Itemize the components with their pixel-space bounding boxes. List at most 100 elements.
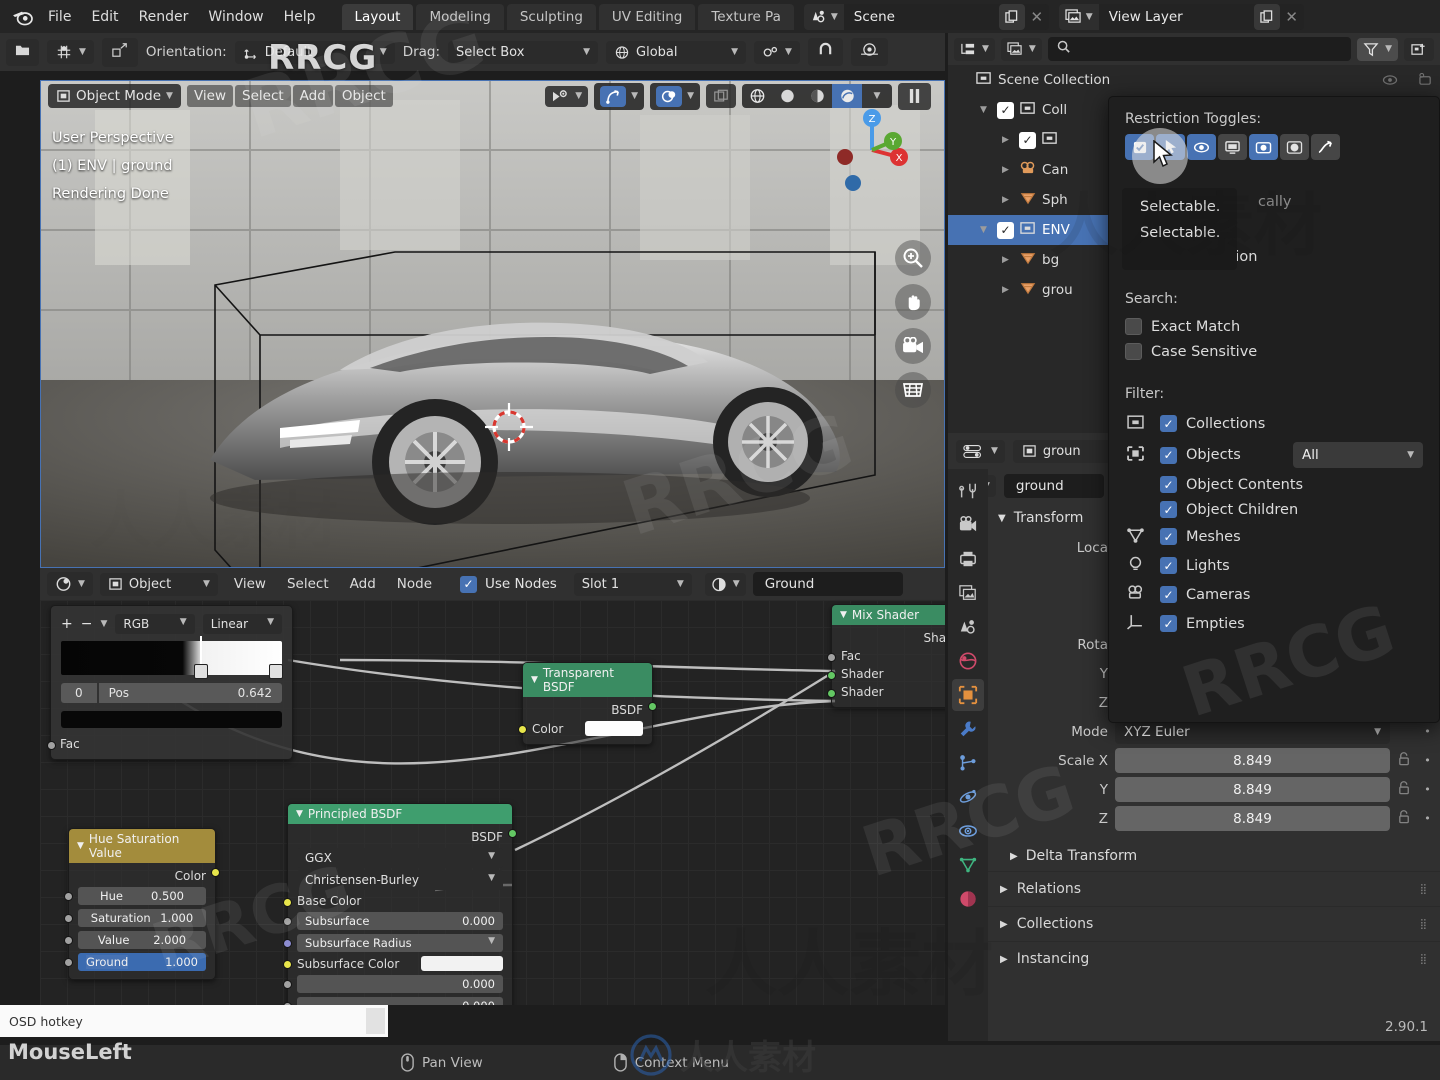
node-principled-bsdf[interactable]: ▼ Principled BSDF BSDF GGX ▼ Christensen-… (283, 803, 517, 1005)
transform-icon[interactable] (101, 37, 138, 67)
shader-menu-view[interactable]: View (225, 572, 275, 596)
socket-fac[interactable] (64, 958, 73, 967)
checkbox[interactable] (1125, 343, 1142, 360)
shading-editor-icon[interactable]: ▼ (47, 572, 93, 596)
material-preview-icon[interactable] (802, 84, 832, 108)
shader-menu-add[interactable]: Add (341, 572, 385, 596)
metallic-field[interactable]: 0.000 (297, 975, 503, 993)
wireframe-icon[interactable] (742, 84, 772, 108)
slot-dropdown[interactable]: Slot 1 ▼ (573, 572, 692, 596)
expand-toggle[interactable]: ▼ (980, 105, 992, 115)
checkbox[interactable] (1160, 586, 1177, 603)
socket-hue[interactable] (64, 892, 73, 901)
delta-transform-header[interactable]: ▶ Delta Transform (988, 841, 1440, 871)
snap-dropdown[interactable]: ▼ (754, 40, 800, 64)
material-name-field[interactable]: Ground (752, 572, 903, 596)
socket-shader-in-2[interactable] (827, 689, 836, 698)
colorramp-pos-field[interactable]: Pos 0.642 (98, 683, 282, 703)
outliner-row-scene-collection[interactable]: Scene Collection (948, 65, 1440, 95)
filter-option-object-children[interactable]: Object Children (1109, 497, 1439, 522)
tab-constraints[interactable] (952, 815, 984, 847)
node-canvas[interactable]: + − ▼ RGB ▼ Linear ▼ 0 Pos 0.642 Fac ▼ T… (40, 600, 945, 1005)
overlays-dropdown[interactable]: ▼ (650, 82, 700, 110)
hand-icon[interactable] (895, 284, 931, 320)
search-option-exact-match[interactable]: Exact Match (1109, 314, 1439, 339)
subsurface-radius-field[interactable]: Subsurface Radius ▼ (297, 934, 503, 952)
node-hue-saturation-value[interactable]: ▼ Hue Saturation Value Color Hue 0.500 S… (64, 828, 220, 980)
shading-mode-group[interactable]: ▼ (742, 84, 892, 108)
tab-object[interactable] (952, 679, 984, 711)
search-option-case-sensitive[interactable]: Case Sensitive (1109, 339, 1439, 364)
close-scene-icon[interactable]: ✕ (1025, 4, 1049, 30)
value-field[interactable]: Value 2.000 (78, 931, 206, 949)
checkbox[interactable] (1125, 318, 1142, 335)
node-mix-shader[interactable]: ▼ Mix Shader Shader Fac Shader (827, 604, 945, 708)
tab-output[interactable] (952, 543, 984, 575)
outliner-checkbox[interactable] (997, 101, 1014, 119)
close-view-layer-icon[interactable]: ✕ (1280, 4, 1304, 30)
filter-option-meshes[interactable]: Meshes (1109, 522, 1439, 551)
funnel-icon[interactable]: ▼ (1357, 37, 1398, 61)
lock-icon[interactable] (1397, 780, 1414, 800)
lock-icon[interactable] (1397, 751, 1414, 771)
cursor-tool-icon[interactable]: ▼ (47, 40, 94, 64)
overlays-toggle[interactable] (656, 85, 683, 107)
colorramp-remove-icon[interactable]: − (81, 616, 93, 632)
proportional-edit-icon[interactable] (850, 38, 888, 66)
filter-option-object-contents[interactable]: Object Contents (1109, 472, 1439, 497)
subsurface-field[interactable]: Subsurface 0.000 (297, 912, 503, 930)
indirect-only-icon[interactable] (1311, 134, 1340, 160)
animate-property-icon[interactable]: • (1421, 725, 1434, 738)
expand-toggle[interactable]: ▶ (1002, 195, 1014, 205)
checkbox[interactable] (1160, 528, 1177, 545)
scene-selector[interactable]: ▼ Scene ✕ (803, 3, 1049, 30)
socket-shader-in-1[interactable] (827, 671, 836, 680)
node-color-ramp[interactable]: + − ▼ RGB ▼ Linear ▼ 0 Pos 0.642 Fac (47, 605, 293, 760)
viewport-menu-view[interactable]: View (186, 85, 234, 107)
mode-dropdown[interactable]: Object Mode ▼ (48, 84, 181, 108)
filter-option-objects[interactable]: Objects All▼ (1109, 438, 1439, 472)
menu-edit[interactable]: Edit (81, 6, 128, 28)
expand-toggle[interactable]: ▶ (1002, 285, 1014, 295)
outliner-checkbox[interactable] (997, 221, 1014, 239)
grid-icon[interactable] (895, 372, 931, 408)
socket-subsurface-radius[interactable] (283, 939, 292, 948)
value-field[interactable]: 8.849 (1115, 748, 1390, 773)
node-transparent-bsdf[interactable]: ▼ Transparent BSDF BSDF Color (518, 662, 657, 745)
drag-handle[interactable]: ⣿ (1420, 919, 1428, 930)
visibility-dropdown[interactable]: ▼ (545, 85, 589, 107)
viewport-menu-object[interactable]: Object (334, 85, 393, 107)
view-layer-selector[interactable]: ▼ View Layer ✕ (1058, 3, 1304, 30)
animate-property-icon[interactable]: • (1421, 783, 1434, 796)
holdout-icon[interactable] (1280, 134, 1309, 160)
filter-option-empties[interactable]: Empties (1109, 609, 1439, 638)
search-options[interactable]: Exact Match Case Sensitive (1109, 314, 1439, 364)
properties-icon[interactable]: ▼ (956, 439, 1005, 463)
workspace-tab-layout[interactable]: Layout (341, 3, 414, 30)
material-icon[interactable]: ▼ (704, 572, 746, 596)
checkbox[interactable] (1160, 415, 1177, 432)
checkbox[interactable] (1160, 446, 1177, 464)
colorramp-color-mode[interactable]: RGB ▼ (115, 614, 195, 634)
workspace-tab-modeling[interactable]: Modeling (416, 3, 504, 30)
gizmo-toggle[interactable] (600, 85, 627, 107)
tab-tool[interactable] (952, 475, 984, 507)
camera-render-icon[interactable] (1249, 134, 1278, 160)
filter-options[interactable]: Collections Objects All▼ Object Contents Obj… (1109, 409, 1439, 638)
properties-tab-strip[interactable] (948, 469, 988, 1041)
expand-arrow[interactable]: ▶ (1000, 884, 1008, 895)
shading-dropdown[interactable]: ▼ (862, 84, 892, 108)
new-collection-icon[interactable] (1404, 37, 1434, 61)
node-header[interactable]: ▼ Mix Shader (832, 605, 945, 625)
socket-bsdf-out[interactable] (508, 829, 517, 838)
viewport-menu-select[interactable]: Select (235, 85, 291, 107)
socket-fac[interactable] (47, 741, 56, 750)
expand-arrow[interactable]: ▶ (1000, 954, 1008, 965)
value-field[interactable]: 8.849 (1115, 806, 1390, 831)
expand-toggle[interactable]: ▶ (1002, 255, 1014, 265)
property-sections[interactable]: ▶ Relations ⣿ ▶ Collections ⣿ ▶ Instancing ⣿ (988, 871, 1440, 976)
tab-scene[interactable] (952, 611, 984, 643)
eye-icon[interactable] (1187, 134, 1216, 160)
transform-row-y[interactable]: Y 8.849 • (996, 775, 1440, 804)
hue-field[interactable]: Hue 0.500 (78, 887, 206, 905)
